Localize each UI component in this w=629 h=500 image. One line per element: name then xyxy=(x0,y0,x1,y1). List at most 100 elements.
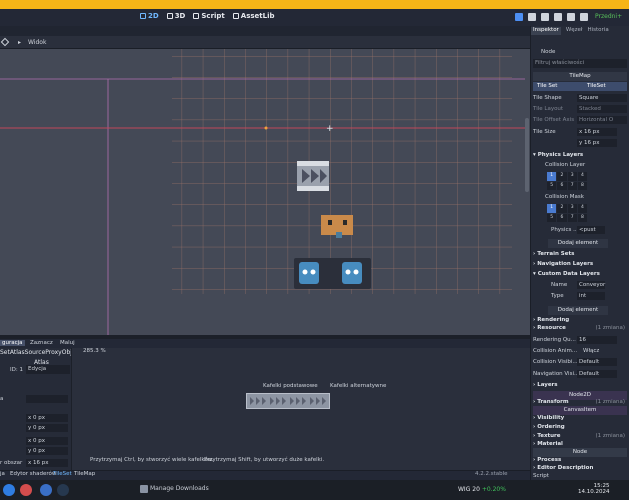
layers-section[interactable]: › Layers xyxy=(533,381,627,390)
2d-icon xyxy=(140,13,146,19)
ordering-section[interactable]: › Ordering xyxy=(533,423,627,432)
terrain-sets-section[interactable]: › Terrain Sets xyxy=(533,250,627,259)
tab-assetlib[interactable]: AssetLib xyxy=(232,12,275,20)
remote-debug-icon[interactable] xyxy=(515,13,523,21)
inspected-node[interactable]: Node xyxy=(533,48,627,57)
tab-node[interactable]: Węzeł xyxy=(566,27,583,35)
window-title-strip xyxy=(0,0,629,9)
steam-icon[interactable] xyxy=(57,484,69,496)
hint-shift: Przytrzymaj Shift, by utworzyć duże kafe… xyxy=(204,457,325,463)
statusbar-tileset[interactable]: TileSet xyxy=(53,471,72,477)
crosshair-icon: + xyxy=(326,124,334,134)
tile-offset-axis-row[interactable]: Tile Offset Axis Horizontal O xyxy=(533,116,627,125)
tile-size-row[interactable]: Tile Size x 16 px xyxy=(533,128,627,137)
chrome-icon[interactable] xyxy=(3,484,15,496)
physics-layers-section[interactable]: ▾ Physics Layers xyxy=(533,151,627,160)
tab-script[interactable]: Script xyxy=(193,12,225,20)
play-scene-icon[interactable] xyxy=(567,13,575,21)
alternative-tiles-label: Kafelki alternatywne xyxy=(330,383,387,389)
atlas-source-title: SetAtlasSourceProxyObject xyxy=(0,349,82,356)
opera-icon[interactable] xyxy=(20,484,32,496)
app-icon[interactable] xyxy=(40,484,52,496)
viewport-toolbar: ▸ Widok xyxy=(0,36,530,49)
tab-3d[interactable]: 3D xyxy=(166,12,185,20)
player-sprite xyxy=(321,215,353,238)
tile-size-y-row[interactable]: y 16 px xyxy=(533,139,627,148)
viewport-scrollbar[interactable] xyxy=(525,118,529,192)
edit-id-button[interactable]: Edycja xyxy=(26,365,70,374)
tab-2d[interactable]: 2D xyxy=(140,12,159,20)
resource-section[interactable]: › Resource (1 zmiana) xyxy=(533,324,627,333)
manage-downloads[interactable]: Manage Downloads xyxy=(150,485,209,492)
statusbar-shader-editor[interactable]: Edytor shaderów xyxy=(10,471,56,477)
assetlib-icon xyxy=(232,13,239,19)
stop-icon[interactable] xyxy=(554,13,562,21)
tab-paint[interactable]: Maluj xyxy=(60,340,75,346)
margin-y-field[interactable]: y 0 px xyxy=(26,424,68,432)
zoom-level[interactable]: 285.3 % xyxy=(83,348,106,354)
add-physics-layer-button[interactable]: Dodaj element xyxy=(548,239,608,248)
movie-icon[interactable] xyxy=(580,13,588,21)
filter-properties-input[interactable]: Filtruj właściwości xyxy=(533,59,627,68)
viewport-canvas: + xyxy=(0,49,530,335)
tile-layout-row[interactable]: Tile Layout Stacked xyxy=(533,105,627,114)
collision-mask-grid[interactable]: 1234 5678 xyxy=(547,204,587,222)
visibility-section[interactable]: › Visibility xyxy=(533,414,627,423)
view-menu[interactable]: Widok xyxy=(28,39,46,46)
script-icon xyxy=(193,13,200,19)
collision-layer-label: Collision Layer xyxy=(545,162,586,168)
pause-icon[interactable] xyxy=(541,13,549,21)
add-custom-layer-button[interactable]: Dodaj element xyxy=(548,306,608,315)
collision-animatable-row[interactable]: Collision Anim... Włącz xyxy=(533,347,627,356)
texture-label: a xyxy=(0,396,4,402)
script-row[interactable]: Script xyxy=(533,472,627,480)
base-tiles-label: Kafelki podstawowe xyxy=(263,383,318,389)
navigation-visibility-row[interactable]: Navigation Visi... Default xyxy=(533,370,627,379)
separation-y-field[interactable]: y 0 px xyxy=(26,447,68,455)
tile-shape-row[interactable]: Tile Shape Square xyxy=(533,94,627,103)
atlas-id: ID: 1 xyxy=(10,367,23,373)
inspector-tabs: Inspektor Węzeł Historia xyxy=(531,27,629,35)
texture-field[interactable] xyxy=(26,395,68,403)
statusbar-partial-item[interactable]: ja xyxy=(0,471,5,477)
collision-mask-label: Collision Mask xyxy=(545,194,584,200)
origin-marker xyxy=(264,126,268,130)
rendering-quadrant-row[interactable]: Rendering Qu... 16 xyxy=(533,336,627,345)
engine-version: 4.2.2.stable xyxy=(475,471,508,477)
tile-set-property[interactable]: Tile Set TileSet xyxy=(533,82,627,91)
tab-history[interactable]: Historia xyxy=(587,27,608,35)
canvas-viewport[interactable]: + xyxy=(0,49,530,335)
physics-material-row[interactable]: Physics ... <pust xyxy=(533,226,627,235)
margin-x-field[interactable]: x 0 px xyxy=(26,414,68,422)
system-clock[interactable]: 15:25 14.10.2024 xyxy=(578,483,610,495)
navigation-layers-section[interactable]: › Navigation Layers xyxy=(533,260,627,269)
atlas-texture[interactable] xyxy=(246,393,330,409)
custom-data-type-row[interactable]: Type int xyxy=(533,292,627,301)
atlas-view-panel[interactable] xyxy=(71,348,530,472)
tileset-mode-tabs: guracja Zaznacz Maluj xyxy=(0,339,530,348)
os-taskbar xyxy=(0,480,629,500)
tab-configuration[interactable]: guracja xyxy=(0,340,25,346)
arrow-icon[interactable]: ▸ xyxy=(18,39,21,46)
statusbar-tilemap[interactable]: TileMap xyxy=(74,471,95,477)
stock-widget[interactable]: WIG 20 +0.20% xyxy=(458,486,506,493)
custom-data-name-row[interactable]: Name Conveyor xyxy=(533,281,627,290)
inspector-class-header: TileMap xyxy=(533,72,627,81)
tab-inspector[interactable]: Inspektor xyxy=(531,27,561,35)
region-size-label: r obszar xyxy=(0,460,23,466)
main-screen-nav: 2D 3D Script AssetLib xyxy=(140,12,275,20)
play-controls xyxy=(515,13,588,21)
3d-icon xyxy=(166,13,173,19)
region-size-x-field[interactable]: x 16 px xyxy=(26,459,68,467)
godot-icons-tile xyxy=(294,258,371,289)
play-icon[interactable] xyxy=(528,13,536,21)
collision-visibility-row[interactable]: Collision Visibi... Default xyxy=(533,358,627,367)
separation-x-field[interactable]: x 0 px xyxy=(26,437,68,445)
conveyor-tile xyxy=(297,161,329,191)
download-icon xyxy=(140,485,148,493)
collision-layer-grid[interactable]: 1234 5678 xyxy=(547,172,587,190)
custom-data-layers-section[interactable]: ▾ Custom Data Layers xyxy=(533,270,627,279)
tab-select[interactable]: Zaznacz xyxy=(30,340,53,346)
renderer-selector[interactable]: Przedni+ xyxy=(595,13,622,20)
pan-tool-icon[interactable] xyxy=(0,37,10,47)
